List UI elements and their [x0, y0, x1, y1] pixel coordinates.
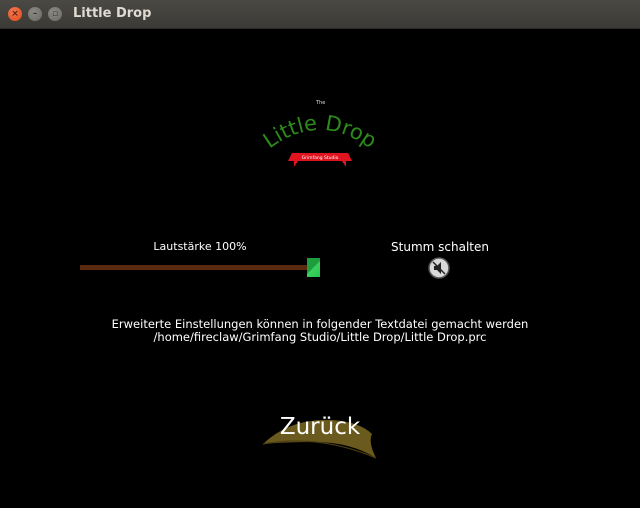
- logo-name: Little Drop: [262, 111, 378, 153]
- back-label: Zurück: [279, 414, 361, 440]
- mute-label: Stumm schalten: [391, 240, 489, 254]
- volume-slider-thumb[interactable]: [307, 258, 320, 277]
- volume-slider-track[interactable]: [80, 265, 312, 270]
- speaker-icon: [428, 257, 450, 279]
- maximize-window-button[interactable]: ▫: [48, 7, 62, 21]
- minimize-window-button[interactable]: –: [28, 7, 42, 21]
- logo-the-text: The: [316, 100, 326, 106]
- settings-info: Erweiterte Einstellungen können in folge…: [90, 318, 550, 344]
- mute-button[interactable]: [428, 257, 450, 279]
- logo-graphic: Little Drop Grimfang Studio: [262, 111, 378, 167]
- back-button[interactable]: Zurück: [260, 408, 380, 460]
- game-logo: Little Drop Grimfang Studio The: [262, 98, 378, 174]
- close-window-button[interactable]: ×: [8, 7, 22, 21]
- logo-ribbon-text: Grimfang Studio: [302, 155, 339, 161]
- info-file-path: /home/fireclaw/Grimfang Studio/Little Dr…: [153, 330, 487, 344]
- volume-label: Lautstärke 100%: [153, 240, 247, 253]
- window-titlebar: × – ▫ Little Drop: [0, 0, 640, 29]
- window-title: Little Drop: [73, 6, 152, 21]
